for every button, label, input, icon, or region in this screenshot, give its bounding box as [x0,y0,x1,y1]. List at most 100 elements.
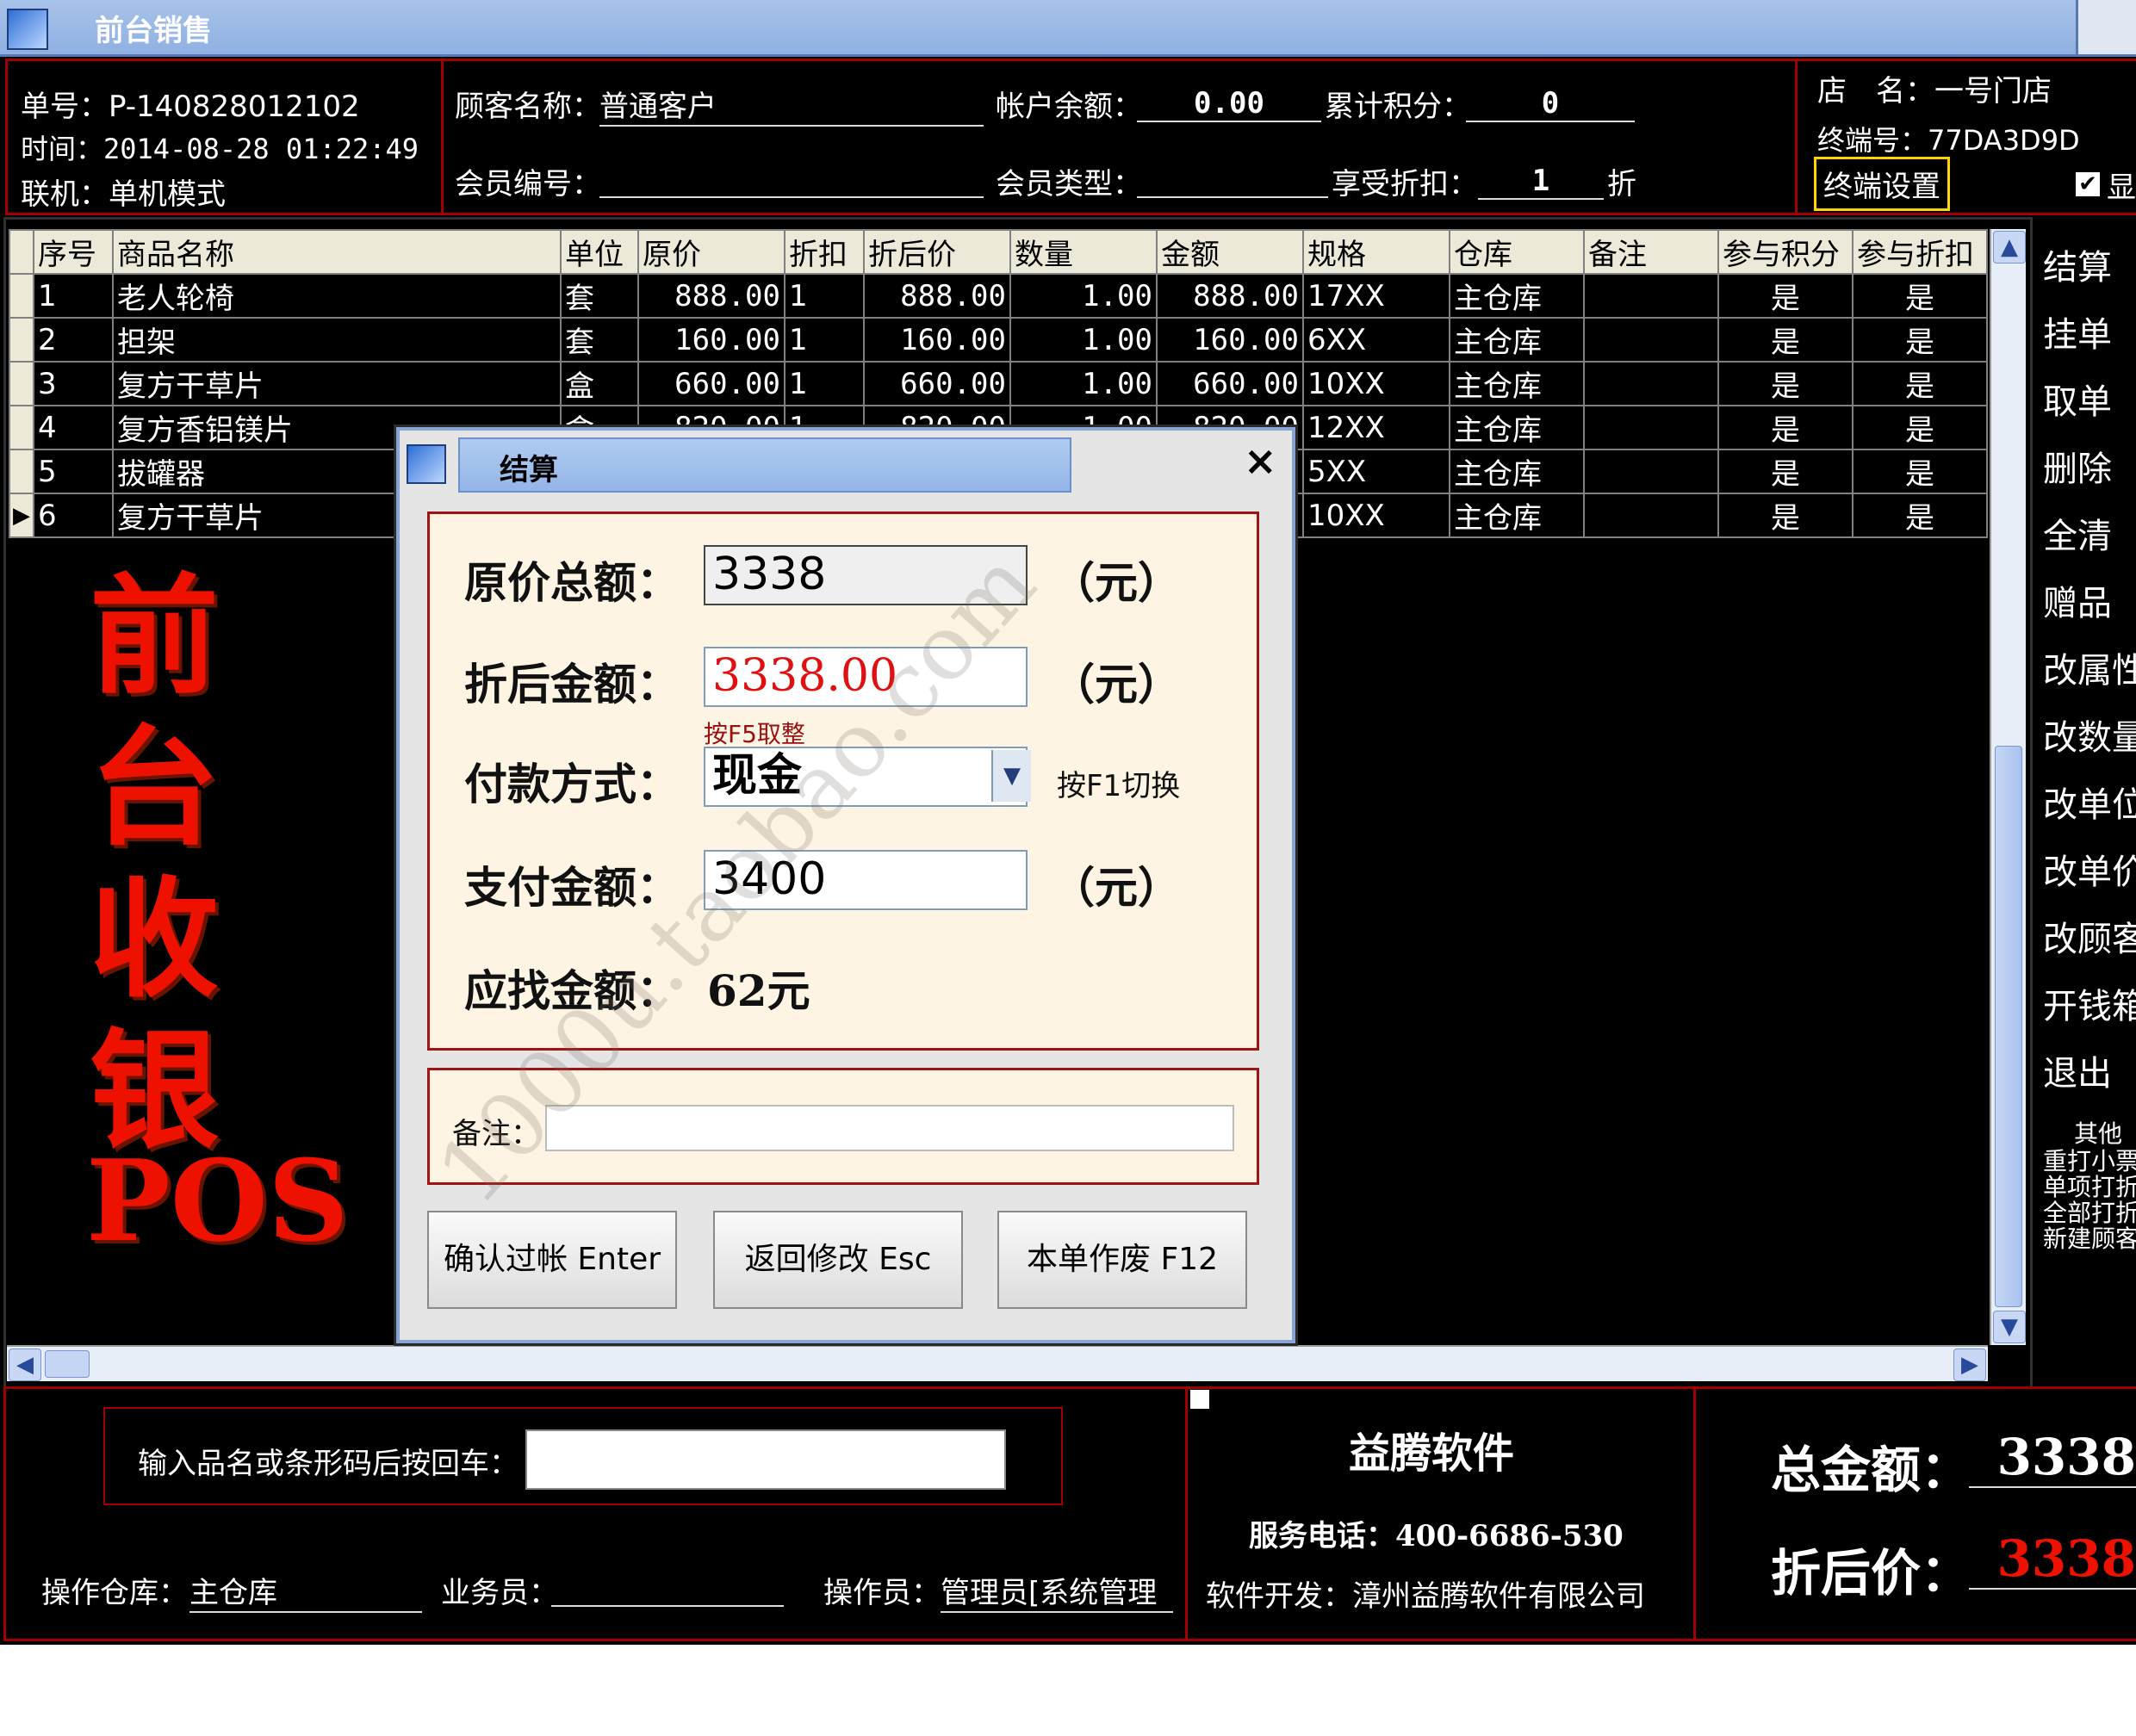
barcode-input[interactable] [525,1429,1006,1490]
table-cell[interactable]: 主仓库 [1449,273,1585,319]
menu-edit-qty[interactable]: 改数量 [2043,710,2136,760]
confirm-button[interactable]: 确认过帐 Enter [427,1211,677,1309]
table-cell[interactable]: 是 [1717,449,1853,494]
horizontal-scrollbar[interactable]: ◀ ▶ [7,1345,1988,1381]
terminal-settings-button[interactable]: 终端设置 [1814,157,1950,211]
table-cell[interactable]: 是 [1717,361,1853,406]
chevron-down-icon[interactable]: ▼ [991,750,1031,802]
menu-new-customer[interactable]: 新建顾客 [2043,1226,2136,1252]
table-cell[interactable]: 1.00 [1009,361,1158,406]
table-row[interactable]: 3 复方干草片盒 660.00 1 660.00 1.00 660.00 10XX 主仓库是是 [9,361,1988,406]
table-cell[interactable]: 6 [33,493,114,538]
menu-open-drawer[interactable]: 开钱箱 [2043,978,2136,1028]
col-header[interactable]: 参与折扣 [1852,229,1988,275]
note-input[interactable] [545,1105,1234,1151]
col-header[interactable]: 单位 [560,229,639,275]
table-cell[interactable]: 660.00 [1156,361,1304,406]
hscroll-thumb[interactable] [45,1350,90,1378]
table-cell[interactable]: 是 [1852,361,1988,406]
table-cell[interactable]: 10XX [1302,493,1450,538]
table-cell[interactable] [1583,405,1719,450]
col-header[interactable]: 折后价 [863,229,1011,275]
menu-edit-attr[interactable]: 改属性 [2043,642,2136,692]
table-cell[interactable] [1583,449,1719,494]
current-row-pointer-icon[interactable]: ▶ [9,493,34,538]
table-cell[interactable] [1583,273,1719,319]
paid-input[interactable]: 3400 [704,850,1028,910]
col-header[interactable]: 备注 [1583,229,1719,275]
table-cell[interactable]: 660.00 [863,361,1011,406]
col-header[interactable]: 规格 [1302,229,1450,275]
table-cell[interactable]: 是 [1852,493,1988,538]
row-header[interactable] [9,273,34,319]
table-cell[interactable]: 5 [33,449,114,494]
table-cell[interactable]: 6XX [1302,317,1450,363]
table-cell[interactable]: 1.00 [1009,273,1158,319]
table-cell[interactable]: 888.00 [1156,273,1304,319]
menu-exit[interactable]: 退出 [2043,1045,2112,1095]
table-row[interactable]: 2 担架套 160.00 1 160.00 1.00 160.00 6XX 主仓库是是 [9,317,1988,363]
table-cell[interactable]: 是 [1852,405,1988,450]
table-cell[interactable]: 是 [1852,273,1988,319]
table-cell[interactable] [1583,317,1719,363]
menu-reprint[interactable]: 重打小票 [2043,1149,2136,1175]
table-cell[interactable]: 1 [784,273,865,319]
row-header[interactable] [9,405,34,450]
menu-clear-all[interactable]: 全清 [2043,508,2112,558]
col-header[interactable]: 原价 [637,229,785,275]
row-header[interactable] [9,317,34,363]
table-cell[interactable]: 主仓库 [1449,449,1585,494]
table-cell[interactable]: 是 [1852,317,1988,363]
col-header[interactable]: 数量 [1009,229,1158,275]
scroll-right-icon[interactable]: ▶ [1953,1348,1986,1381]
menu-delete[interactable]: 删除 [2043,441,2112,491]
vertical-scrollbar[interactable]: ▲ ▼ [1990,229,2026,1345]
table-cell[interactable]: 盒 [560,361,639,406]
table-cell[interactable]: 1 [784,317,865,363]
table-cell[interactable]: 主仓库 [1449,493,1585,538]
scroll-down-icon[interactable]: ▼ [1993,1311,2026,1343]
close-icon[interactable]: × [1244,437,1277,484]
window-control-button[interactable] [2076,0,2136,54]
table-cell[interactable]: 888.00 [637,273,785,319]
table-cell[interactable]: 套 [560,273,639,319]
scroll-up-icon[interactable]: ▲ [1993,231,2026,264]
menu-edit-price[interactable]: 改单价 [2043,844,2136,894]
menu-hold[interactable]: 挂单 [2043,307,2112,356]
show-checkbox[interactable]: ✔ [2076,172,2100,196]
customer-field[interactable]: 普通客户 [599,83,984,127]
table-cell[interactable]: 4 [33,405,114,450]
table-cell[interactable]: 主仓库 [1449,317,1585,363]
table-cell[interactable]: 老人轮椅 [112,273,562,319]
table-cell[interactable]: 888.00 [863,273,1011,319]
row-header[interactable] [9,361,34,406]
menu-item-discount[interactable]: 单项打折 [2043,1175,2136,1200]
table-cell[interactable]: 12XX [1302,405,1450,450]
table-cell[interactable]: 担架 [112,317,562,363]
table-cell[interactable]: 160.00 [863,317,1011,363]
menu-all-discount[interactable]: 全部打折 [2043,1200,2136,1226]
col-header[interactable]: 仓库 [1449,229,1585,275]
col-header[interactable]: 折扣 [784,229,865,275]
table-cell[interactable]: 1 [33,273,114,319]
row-header[interactable] [9,449,34,494]
table-cell[interactable]: 套 [560,317,639,363]
menu-settle[interactable]: 结算 [2043,239,2112,289]
table-cell[interactable]: 660.00 [637,361,785,406]
table-cell[interactable]: 160.00 [637,317,785,363]
col-header[interactable]: 序号 [33,229,114,275]
menu-edit-customer[interactable]: 改顾客 [2043,911,2136,961]
table-cell[interactable] [1583,361,1719,406]
table-row[interactable]: 1 老人轮椅套 888.00 1 888.00 1.00 888.00 17XX 主仓库是是 [9,273,1988,319]
table-cell[interactable]: 5XX [1302,449,1450,494]
col-header[interactable]: 商品名称 [112,229,562,275]
table-cell[interactable] [1583,493,1719,538]
menu-gift[interactable]: 赠品 [2043,575,2112,625]
table-cell[interactable]: 是 [1717,493,1853,538]
back-button[interactable]: 返回修改 Esc [713,1211,963,1309]
table-cell[interactable]: 是 [1717,317,1853,363]
member-no-field[interactable] [599,160,984,198]
table-cell[interactable]: 是 [1717,273,1853,319]
void-button[interactable]: 本单作废 F12 [997,1211,1247,1309]
table-cell[interactable]: 是 [1852,449,1988,494]
